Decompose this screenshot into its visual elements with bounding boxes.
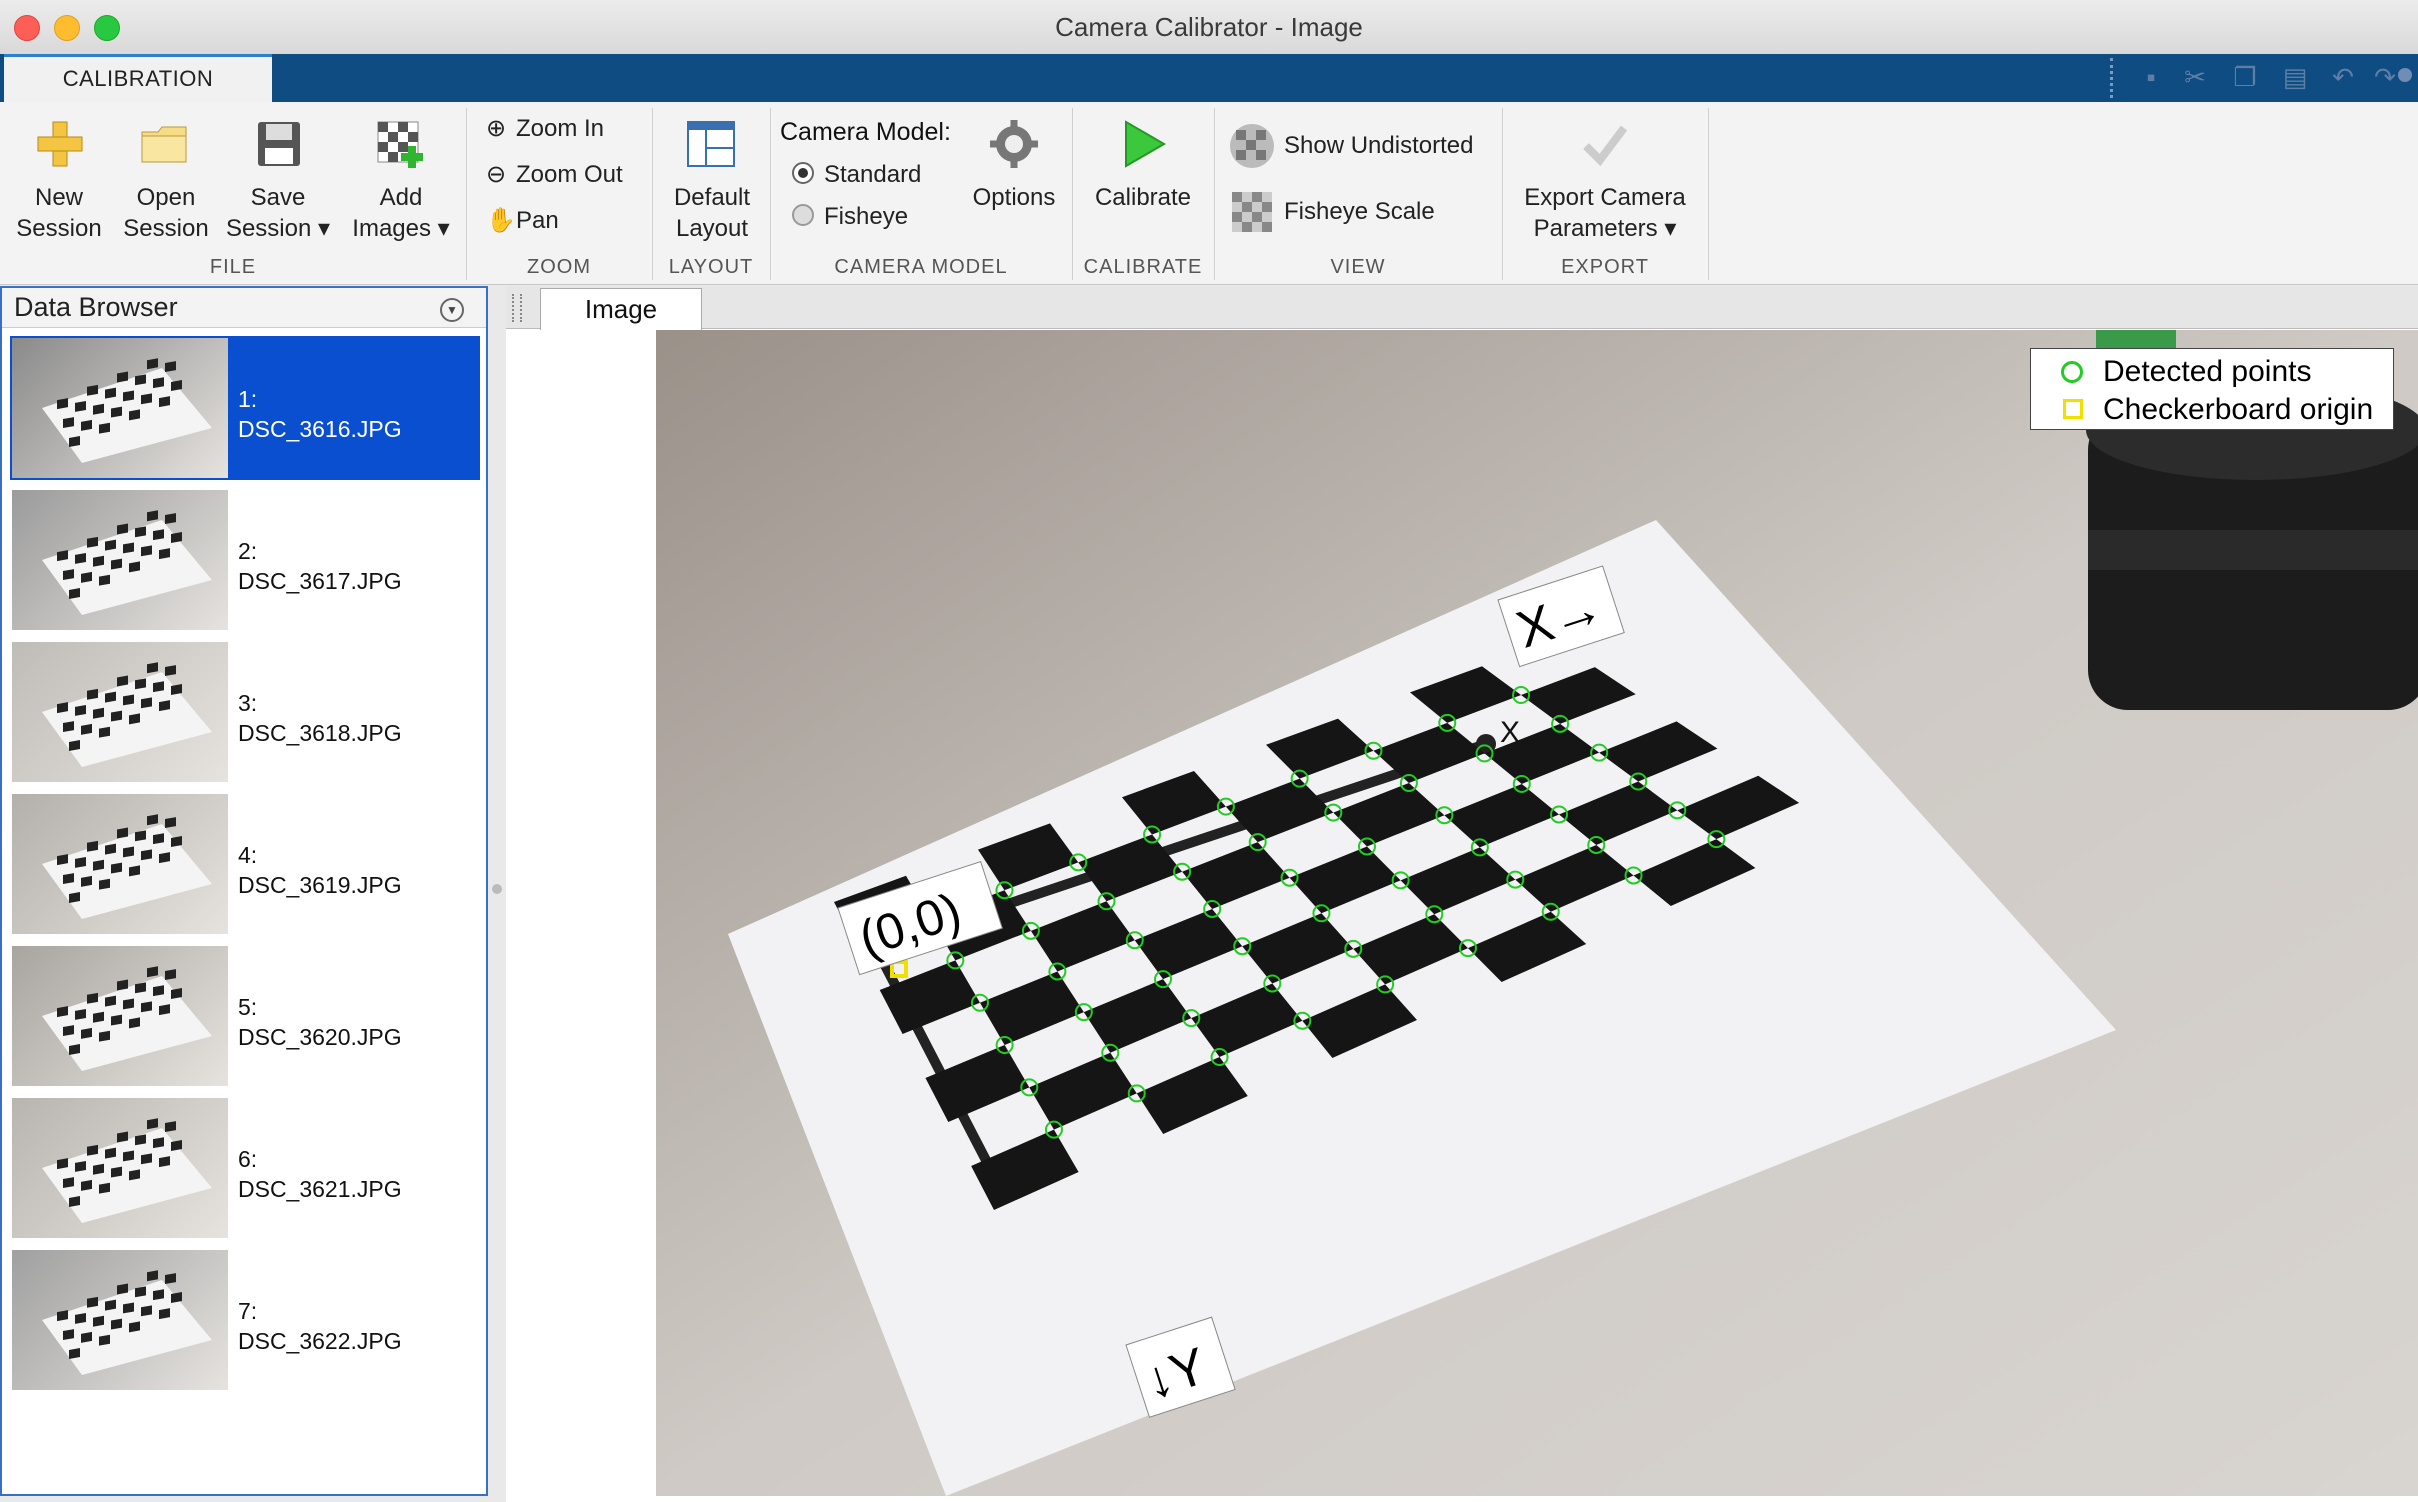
add-images-label: Add Images ▾ [352,184,450,242]
fisheye-checker-icon [1232,192,1272,232]
new-session-label: New Session [16,184,102,242]
section-calibrate: CALIBRATE [1083,256,1203,278]
options-button[interactable]: Options [962,110,1066,250]
ribbon-tab-strip [0,54,2418,102]
new-session-button[interactable]: New Session [6,110,112,250]
data-browser-item-label: 1: DSC_3616.JPG [238,386,402,442]
data-browser-item[interactable]: 7: DSC_3622.JPG [10,1248,480,1392]
radio-selected-icon [792,162,814,184]
save-icon[interactable]: ▪ [2136,62,2166,92]
play-icon [1125,120,1166,168]
divider [1072,108,1073,280]
image-thumbnail [12,1250,228,1390]
image-thumbnail [12,1098,228,1238]
calibrate-label: Calibrate [1094,184,1192,211]
checkmark-icon [1583,125,1628,167]
open-session-label: Open Session [123,184,209,242]
image-thumbnail [12,338,228,478]
save-session-label: Save Session ▾ [225,184,331,242]
divider [770,108,771,280]
data-browser-item-label: 7: DSC_3622.JPG [238,1298,402,1354]
section-file: FILE [209,256,257,278]
export-camera-parameters-button[interactable]: Export Camera Parameters ▾ [1510,110,1700,250]
paste-icon[interactable]: ▤ [2280,62,2310,92]
tab-calibration[interactable]: CALIBRATION [4,54,272,104]
cut-icon[interactable]: ✂ [2180,62,2210,92]
export-label: Export Camera Parameters ▾ [1524,184,1686,242]
fisheye-scale-button[interactable]: Fisheye Scale [1228,188,1435,238]
section-camera-model: CAMERA MODEL [834,256,1008,278]
redo-icon[interactable]: ↷ [2370,62,2400,92]
window-title: Camera Calibrator - Image [1055,12,1363,42]
layout-grid-icon [687,121,735,167]
data-browser-item-label: 6: DSC_3621.JPG [238,1146,402,1202]
plus-icon [37,121,83,167]
data-browser-title: Data Browser [14,292,178,322]
legend-detected: Detected points [2103,355,2312,388]
data-browser-item-label: 5: DSC_3620.JPG [238,994,402,1050]
checkerboard-photo: X Y (0,0) X→ ↓Y [656,330,2418,1496]
folder-icon [141,126,187,163]
data-browser-item[interactable]: 2: DSC_3617.JPG [10,488,480,632]
hand-icon: ✋ [486,207,516,234]
camera-model-label: Camera Model: [780,118,951,146]
image-thumbnail [12,946,228,1086]
add-checkerboard-icon [377,121,423,168]
copy-icon[interactable]: ❐ [2230,62,2260,92]
open-session-button[interactable]: Open Session [116,110,216,250]
default-layout-label: Default Layout [673,184,751,242]
gear-icon [990,120,1038,168]
zoom-out-button[interactable]: ⊖ Zoom Out [486,160,623,192]
calibration-image[interactable]: X Y (0,0) X→ ↓Y [656,330,2418,1496]
divider [652,108,653,280]
data-browser-item-label: 4: DSC_3619.JPG [238,842,402,898]
image-thumbnail [12,642,228,782]
section-zoom: ZOOM [527,256,591,278]
section-layout: LAYOUT [668,256,754,278]
pan-button[interactable]: ✋Pan [486,206,559,238]
divider [1502,108,1503,280]
zoom-in-icon: ⊕ [486,115,507,142]
divider [1214,108,1215,280]
data-browser-item-label: 3: DSC_3618.JPG [238,690,402,746]
data-browser-item-label: 2: DSC_3617.JPG [238,538,402,594]
options-label: Options [972,184,1056,211]
data-browser-item[interactable]: 6: DSC_3621.JPG [10,1096,480,1240]
panel-menu-icon[interactable]: ▼ [440,298,464,322]
help-icon[interactable] [2398,68,2412,82]
floppy-icon [258,122,300,166]
toolbar-grip [2110,58,2114,98]
default-layout-button[interactable]: Default Layout [662,110,762,250]
zoom-in-button[interactable]: ⊕ Zoom In [486,114,604,146]
divider [1708,108,1709,280]
undo-icon[interactable]: ↶ [2328,62,2358,92]
radio-standard[interactable]: Standard [792,160,921,190]
show-undistorted-button[interactable]: Show Undistorted [1228,122,1473,172]
save-session-button[interactable]: Save Session ▾ [222,110,334,250]
data-browser-item[interactable]: 4: DSC_3619.JPG [10,792,480,936]
section-export: EXPORT [1561,256,1649,278]
legend: Detected points Checkerboard origin [2030,348,2394,430]
drag-grip[interactable] [512,294,522,322]
radio-unselected-icon [792,204,814,226]
image-thumbnail [12,490,228,630]
image-tab-bar [506,286,2418,329]
zoom-out-icon: ⊖ [486,161,507,188]
add-images-button[interactable]: Add Images ▾ [346,110,456,250]
undistorted-checker-icon [1230,124,1274,168]
calibrate-button[interactable]: Calibrate [1082,110,1204,250]
image-thumbnail [12,794,228,934]
tab-image[interactable]: Image [540,288,702,330]
data-browser-item[interactable]: 1: DSC_3616.JPG [10,336,480,480]
splitter-handle[interactable] [492,884,502,894]
origin-legend-icon [2063,399,2083,419]
radio-fisheye[interactable]: Fisheye [792,202,908,232]
detected-point-legend-icon [2061,361,2083,383]
data-browser-item[interactable]: 3: DSC_3618.JPG [10,640,480,784]
legend-origin: Checkerboard origin [2103,393,2374,426]
divider [466,108,467,280]
section-view: VIEW [1330,256,1386,278]
data-browser-item[interactable]: 5: DSC_3620.JPG [10,944,480,1088]
